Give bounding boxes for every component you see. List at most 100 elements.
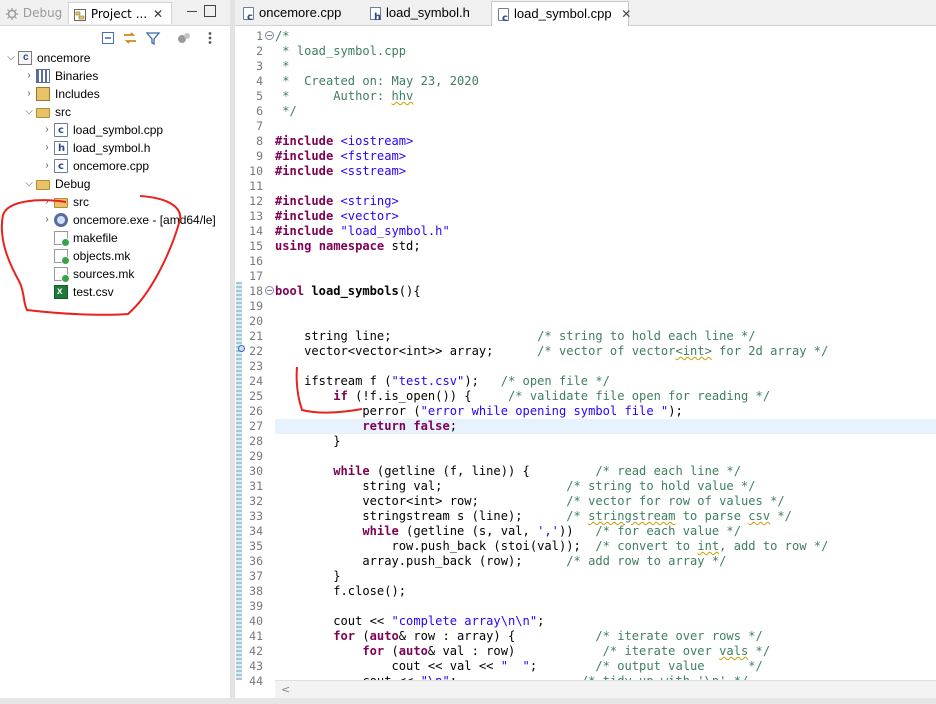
filter-icon[interactable] (145, 30, 161, 46)
chevron-right-icon[interactable]: › (42, 211, 52, 229)
project-explorer-toolbar (0, 27, 230, 49)
code-line[interactable]: /* (275, 29, 936, 44)
code-line[interactable]: #include <string> (275, 194, 936, 209)
minimize-view-button[interactable] (186, 5, 198, 17)
chevron-down-icon[interactable]: ⌵ (6, 49, 16, 67)
code-line[interactable]: while (getline (f, line)) { /* read each… (275, 464, 936, 479)
code-token: for (362, 644, 385, 658)
code-line[interactable]: for (auto& row : array) { /* iterate ove… (275, 629, 936, 644)
code-line[interactable]: } (275, 569, 936, 584)
code-line[interactable]: string line; /* string to hold each line… (275, 329, 936, 344)
tab-oncemore-cpp[interactable]: oncemore.cpp (237, 1, 363, 30)
chevron-right-icon[interactable]: › (24, 85, 34, 103)
code-token: auto (369, 629, 399, 643)
chevron-right-icon[interactable]: › (42, 157, 52, 175)
code-line[interactable]: row.push_back (stoi(val)); /* convert to… (275, 539, 936, 554)
code-token: * load_symbol.cpp (275, 44, 407, 58)
code-line[interactable]: ifstream f ("test.csv"); /* open file */ (275, 374, 936, 389)
code-token: for 2d array */ (711, 344, 829, 358)
code-line[interactable]: for (auto& val : row) /* iterate over va… (275, 644, 936, 659)
tree-item-label: test.csv (73, 285, 114, 299)
fold-collapse-icon[interactable]: − (265, 31, 274, 40)
debug-icon (6, 7, 18, 20)
makefile-icon (54, 231, 70, 247)
code-line[interactable] (275, 299, 936, 314)
line-number: 15 (249, 239, 263, 253)
code-line[interactable]: using namespace std; (275, 239, 936, 254)
code-line[interactable] (275, 119, 936, 134)
code-token: return (362, 419, 407, 433)
chevron-down-icon[interactable]: ⌵ (24, 175, 34, 193)
line-number: 4 (256, 74, 263, 88)
code-line[interactable]: #include <vector> (275, 209, 936, 224)
code-line[interactable]: if (!f.is_open()) { /* validate file ope… (275, 389, 936, 404)
fold-collapse-icon[interactable]: − (265, 286, 274, 295)
code-line[interactable]: */ (275, 104, 936, 119)
code-token: /* for each value */ (595, 524, 741, 538)
tab-load-symbol-h[interactable]: load_symbol.h (364, 1, 490, 30)
code-token: /* output value */ (595, 659, 763, 673)
code-line[interactable]: while (getline (s, val, ',')) /* for eac… (275, 524, 936, 539)
code-line[interactable]: #include "load_symbol.h" (275, 224, 936, 239)
collapse-all-icon[interactable] (100, 30, 116, 46)
chevron-right-icon[interactable]: › (42, 193, 52, 211)
line-number-gutter: − − 1 2 3 4 5 6 7 8 9 10 11 12 13 14 15 16 17 18 19 20 21 22 2… (235, 27, 275, 688)
tab-label: load_symbol.h (386, 5, 470, 20)
maximize-view-button[interactable] (204, 5, 216, 17)
code-line[interactable]: * Created on: May 23, 2020 (275, 74, 936, 89)
code-line[interactable]: * (275, 59, 936, 74)
code-line[interactable]: } (275, 434, 936, 449)
code-line[interactable]: vector<int> row; /* vector for row of va… (275, 494, 936, 509)
makefile-icon (54, 249, 70, 265)
close-tab-icon[interactable]: ✕ (153, 3, 163, 25)
code-text-area[interactable]: /* * load_symbol.cpp * * Created on: May… (275, 27, 936, 680)
code-line[interactable] (275, 359, 936, 374)
code-line[interactable] (275, 179, 936, 194)
code-line[interactable] (275, 269, 936, 284)
code-token: stringstream s (line); (275, 509, 567, 523)
code-line[interactable]: cout << val << " "; /* output value */ (275, 659, 936, 674)
code-token: load_symbols (311, 284, 399, 298)
code-line[interactable] (275, 599, 936, 614)
focus-tasks-icon[interactable] (176, 30, 192, 46)
tab-project-explorer[interactable]: Project ... ✕ (68, 2, 172, 24)
code-line[interactable]: * load_symbol.cpp (275, 44, 936, 59)
code-line[interactable]: #include <iostream> (275, 134, 936, 149)
code-line[interactable]: array.push_back (row); /* add row to arr… (275, 554, 936, 569)
horizontal-scrollbar[interactable]: < (275, 680, 936, 698)
chevron-right-icon[interactable]: › (42, 139, 52, 157)
code-token: #include (275, 209, 334, 223)
close-tab-icon[interactable]: ✕ (621, 2, 631, 26)
code-line[interactable]: #include <sstream> (275, 164, 936, 179)
view-menu-icon[interactable] (202, 30, 218, 46)
code-token: #include (275, 164, 334, 178)
code-line[interactable] (275, 254, 936, 269)
link-with-editor-icon[interactable] (122, 30, 138, 46)
chevron-right-icon[interactable]: › (42, 121, 52, 139)
code-line[interactable]: return false; (275, 419, 936, 434)
line-number: 20 (249, 314, 263, 328)
code-line[interactable]: #include <fstream> (275, 149, 936, 164)
code-token: stringstream (588, 509, 676, 523)
code-line[interactable]: bool load_symbols(){ (275, 284, 936, 299)
line-number: 41 (249, 629, 263, 643)
code-line[interactable]: perror ("error while opening symbol file… (275, 404, 936, 419)
code-line[interactable]: vector<vector<int>> array; /* vector of … (275, 344, 936, 359)
code-line[interactable]: string val; /* string to hold value */ (275, 479, 936, 494)
code-token: /* (566, 509, 589, 523)
chevron-right-icon[interactable]: › (24, 67, 34, 85)
code-line[interactable]: f.close(); (275, 584, 936, 599)
code-line[interactable]: * Author: hhv (275, 89, 936, 104)
tab-debug[interactable]: Debug (5, 2, 62, 24)
code-line[interactable]: cout << "complete array\n\n"; (275, 614, 936, 629)
tab-load-symbol-cpp[interactable]: load_symbol.cpp ✕ (491, 1, 631, 31)
line-number: 38 (249, 584, 263, 598)
code-line[interactable]: stringstream s (line); /* stringstream t… (275, 509, 936, 524)
code-line[interactable] (275, 314, 936, 329)
scroll-left-icon[interactable]: < (281, 683, 290, 696)
line-number: 42 (249, 644, 263, 658)
code-token: (!f.is_open()) { (347, 389, 508, 403)
code-line[interactable] (275, 449, 936, 464)
tree-item-label: Binaries (55, 69, 99, 83)
chevron-down-icon[interactable]: ⌵ (24, 103, 34, 121)
